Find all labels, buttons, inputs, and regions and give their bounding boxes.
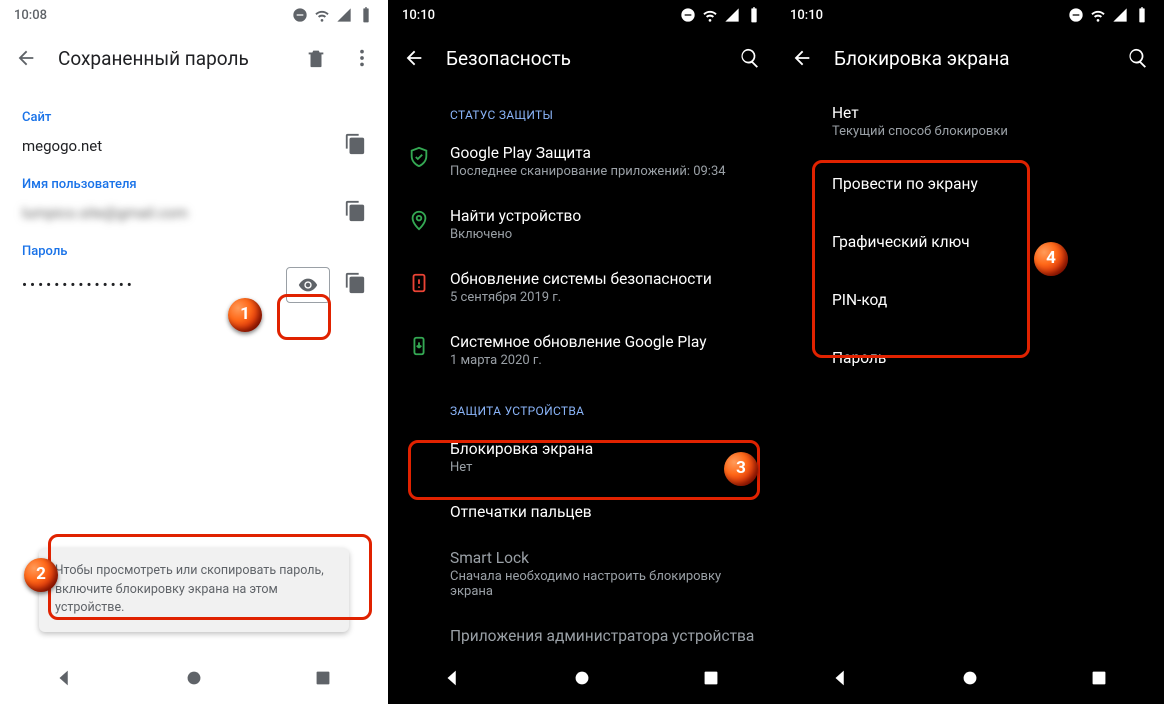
row-smart-lock: Smart Lock Сначала необходимо настроить … — [388, 535, 776, 613]
navigation-bar — [388, 656, 776, 704]
copy-site-button[interactable] — [344, 133, 366, 159]
back-button[interactable] — [12, 44, 40, 72]
row-primary: Обновление системы безопасности — [450, 270, 712, 288]
copy-username-button[interactable] — [344, 200, 366, 226]
row-security-update[interactable]: Обновление системы безопасности 5 сентяб… — [388, 256, 776, 319]
nav-recent-icon[interactable] — [1088, 667, 1110, 693]
nav-recent-icon[interactable] — [312, 667, 334, 693]
nav-back-icon[interactable] — [442, 667, 464, 693]
do-not-disturb-icon — [680, 7, 696, 23]
lock-option-pin[interactable]: PIN-код — [776, 271, 1164, 329]
location-pin-icon — [408, 209, 430, 231]
alert-icon — [408, 272, 430, 294]
status-bar: 10:10 — [776, 0, 1164, 30]
row-primary: Smart Lock — [450, 549, 756, 567]
phone-saved-password: 10:08 Сохраненный пароль Сайт megogo.net… — [0, 0, 388, 704]
signal-icon — [336, 7, 352, 23]
row-secondary: Включено — [450, 227, 581, 242]
current-lock-secondary: Текущий способ блокировки — [832, 124, 1142, 139]
row-primary: Приложения администратора устройства — [450, 627, 754, 645]
status-time: 10:10 — [402, 8, 435, 23]
wifi-icon — [314, 7, 330, 23]
row-secondary: Нет — [450, 460, 593, 475]
status-icons — [680, 7, 762, 23]
signal-icon — [1112, 7, 1128, 23]
nav-home-icon[interactable] — [571, 667, 593, 693]
phone-screen-lock: 10:10 Блокировка экрана Нет Текущий спос… — [776, 0, 1164, 704]
toast-message: Чтобы просмотреть или скопировать пароль… — [39, 548, 349, 632]
row-primary: Google Play Защита — [450, 144, 726, 162]
current-lock-method: Нет Текущий способ блокировки — [776, 86, 1164, 151]
navigation-bar — [0, 656, 388, 704]
status-bar: 10:10 — [388, 0, 776, 30]
shield-check-icon — [408, 146, 430, 168]
phone-security-settings: 10:10 Безопасность СТАТУС ЗАЩИТЫ Google … — [388, 0, 776, 704]
appbar-title: Безопасность — [446, 47, 718, 70]
row-secondary: Сначала необходимо настроить блокировку … — [450, 569, 756, 599]
row-secondary: Последнее сканирование приложений: 09:34 — [450, 164, 726, 179]
row-fingerprints[interactable]: Отпечатки пальцев — [388, 489, 776, 535]
row-play-system-update[interactable]: Системное обновление Google Play 1 марта… — [388, 319, 776, 382]
lock-option-pattern[interactable]: Графический ключ — [776, 213, 1164, 271]
appbar-title: Сохраненный пароль — [58, 47, 284, 70]
search-button[interactable] — [1124, 44, 1152, 72]
username-label: Имя пользователя — [22, 177, 366, 192]
row-primary: Отпечатки пальцев — [450, 503, 592, 521]
lock-option-swipe[interactable]: Провести по экрану — [776, 155, 1164, 213]
annotation-marker-1: 1 — [228, 298, 262, 332]
app-bar: Безопасность — [388, 30, 776, 86]
copy-password-button[interactable] — [344, 272, 366, 298]
status-time: 10:10 — [790, 8, 823, 23]
row-device-admin-apps: Приложения администратора устройства — [388, 613, 776, 647]
app-bar: Блокировка экрана — [776, 30, 1164, 86]
username-value: lumpico.site@gmail.com — [22, 204, 188, 222]
current-lock-primary: Нет — [832, 104, 1142, 122]
row-find-device[interactable]: Найти устройство Включено — [388, 193, 776, 256]
app-bar: Сохраненный пароль — [0, 30, 388, 86]
lock-option-password[interactable]: Пароль — [776, 329, 1164, 387]
nav-recent-icon[interactable] — [700, 667, 722, 693]
overflow-menu-button[interactable] — [348, 44, 376, 72]
row-secondary: 1 марта 2020 г. — [450, 353, 707, 368]
row-primary: Найти устройство — [450, 207, 581, 225]
nav-home-icon[interactable] — [959, 667, 981, 693]
nav-back-icon[interactable] — [830, 667, 852, 693]
signal-icon — [724, 7, 740, 23]
reveal-password-button[interactable] — [286, 267, 330, 303]
navigation-bar — [776, 656, 1164, 704]
do-not-disturb-icon — [1068, 7, 1084, 23]
appbar-title: Блокировка экрана — [834, 47, 1106, 70]
status-icons — [292, 7, 374, 23]
wifi-icon — [702, 7, 718, 23]
nav-back-icon[interactable] — [54, 667, 76, 693]
status-bar: 10:08 — [0, 0, 388, 30]
lock-options-list: Провести по экрану Графический ключ PIN-… — [776, 151, 1164, 391]
site-value: megogo.net — [22, 137, 102, 155]
site-label: Сайт — [22, 110, 366, 125]
back-button[interactable] — [788, 44, 816, 72]
system-update-icon — [408, 335, 430, 357]
battery-icon — [358, 7, 374, 23]
delete-button[interactable] — [302, 44, 330, 72]
row-primary: Блокировка экрана — [450, 440, 593, 458]
do-not-disturb-icon — [292, 7, 308, 23]
row-primary: Системное обновление Google Play — [450, 333, 707, 351]
battery-icon — [1134, 7, 1150, 23]
search-button[interactable] — [736, 44, 764, 72]
back-button[interactable] — [400, 44, 428, 72]
nav-home-icon[interactable] — [183, 667, 205, 693]
status-icons — [1068, 7, 1150, 23]
row-secondary: 5 сентября 2019 г. — [450, 290, 712, 305]
row-play-protect[interactable]: Google Play Защита Последнее сканировани… — [388, 130, 776, 193]
battery-icon — [746, 7, 762, 23]
status-time: 10:08 — [14, 8, 47, 23]
password-label: Пароль — [22, 244, 366, 259]
row-screen-lock[interactable]: Блокировка экрана Нет — [388, 426, 776, 489]
password-value: •••••••••••••• — [22, 276, 135, 294]
section-header-device-protection: ЗАЩИТА УСТРОЙСТВА — [388, 382, 776, 426]
section-header-protection-status: СТАТУС ЗАЩИТЫ — [388, 86, 776, 130]
wifi-icon — [1090, 7, 1106, 23]
